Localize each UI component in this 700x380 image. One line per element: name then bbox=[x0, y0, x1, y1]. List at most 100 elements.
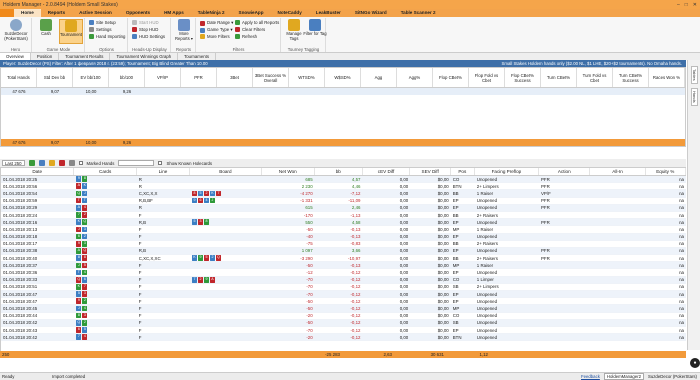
stats-header-cell[interactable]: bb/100 bbox=[109, 68, 145, 87]
table-row[interactable]: 01.04.2018 20:13 J 3 F -50 -0,13 0,00 $0,00 MP 1 … bbox=[1, 226, 686, 234]
col-cev-diff[interactable]: cEV Diff bbox=[363, 168, 411, 175]
stats-header-cell[interactable]: 3Bet bbox=[217, 68, 253, 87]
menu-hm-apps[interactable]: HM Apps bbox=[157, 9, 191, 17]
menu-snowieapp[interactable]: SnowieApp bbox=[232, 9, 271, 17]
database-indicator[interactable]: HoldemManager2 bbox=[603, 373, 645, 380]
feedback-link[interactable]: Feedback bbox=[581, 374, 600, 379]
col-pos[interactable]: Pos bbox=[451, 168, 475, 175]
table-row[interactable]: 01.04.2018 20:38 A Q R,B 1 097 3,66 0,00 $0,00 E… bbox=[1, 247, 686, 256]
table-row[interactable]: 01.04.2018 20:17 9 3 F -75 -0,83 0,00 $0,00 BB 2+… bbox=[1, 240, 686, 248]
delete-icon[interactable] bbox=[58, 160, 65, 166]
menu-active-session[interactable]: Active Session bbox=[72, 9, 119, 17]
menu-home[interactable]: Home bbox=[14, 9, 41, 17]
menu-table-scanner[interactable]: Table Scanner 2 bbox=[394, 9, 443, 17]
col-cards[interactable]: Cards bbox=[74, 168, 137, 175]
table-row[interactable]: 01.04.2018 20:59 T T R,B,BF 9 6 4 J -1 331 -11,09… bbox=[1, 197, 686, 205]
table-row[interactable]: 01.04.2018 20:42 Q 2 F -50 -0,12 0,00 $0,00 SB Un… bbox=[1, 319, 686, 327]
menu-reports[interactable]: Reports bbox=[41, 9, 72, 17]
stats-header-cell[interactable]: Flop CBet% bbox=[433, 68, 469, 87]
export-icon[interactable] bbox=[38, 160, 45, 166]
menu-leakbuster[interactable]: LeakBuster bbox=[309, 9, 348, 17]
col-facing-preflop[interactable]: Facing Preflop bbox=[475, 168, 540, 175]
table-row[interactable]: 01.04.2018 20:40 8 8 C,XC,X,XC K 9 5 2 Q -3 290 -1… bbox=[1, 255, 686, 263]
menu-notecaddy[interactable]: NoteCaddy bbox=[271, 9, 309, 17]
stats-header-cell[interactable]: Std Dev bb bbox=[37, 68, 73, 87]
date-range-button[interactable]: Date Range ▾ bbox=[200, 20, 233, 26]
show-holecards-checkbox[interactable] bbox=[158, 161, 163, 165]
start-hud-button[interactable]: Start HUD bbox=[132, 20, 159, 25]
stats-header-cell[interactable]: PFR bbox=[181, 68, 217, 87]
table-row[interactable]: 01.04.2018 20:45 J 4 F -50 -0,12 0,00 $0,00 MP Un… bbox=[1, 305, 686, 313]
cash-button[interactable]: Cash bbox=[34, 19, 58, 44]
stats-data-row[interactable]: 47 676 9,07 10,00 9,26 bbox=[1, 88, 685, 95]
stats-header-cell[interactable]: 3Bet Success % Overall bbox=[253, 68, 289, 87]
table-row[interactable]: 01.04.2018 20:54 Q J C,XC,X,X 8 5 2 K 7 -4 270 -7,… bbox=[1, 190, 686, 198]
game-type-button[interactable]: Game Type ▾ bbox=[200, 27, 232, 33]
filter-for-tag-button[interactable]: Filter for Tag bbox=[303, 19, 327, 44]
stats-header-cell[interactable]: Agg bbox=[361, 68, 397, 87]
tournament-button[interactable]: Tournament bbox=[59, 19, 83, 44]
more-filters-button[interactable]: More Filters bbox=[200, 34, 230, 39]
table-row[interactable]: 01.04.2018 20:16 K Q R,B 5 3 8 550 4,58 0,00 $0,00… bbox=[1, 219, 686, 227]
stats-header-cell[interactable]: Total Hands bbox=[1, 68, 37, 87]
table-row[interactable]: 01.04.2018 20:18 6 2 F -40 -0,13 0,00 $0,00 EP Un… bbox=[1, 233, 686, 241]
stats-header-cell[interactable]: VP/IP bbox=[145, 68, 181, 87]
replay-icon[interactable] bbox=[28, 160, 35, 166]
hero-button[interactable]: SuzdeDecor (PokerStars) bbox=[4, 19, 28, 44]
side-tab-hands[interactable]: Hands bbox=[691, 88, 698, 106]
close-button[interactable]: ✕ bbox=[693, 2, 697, 8]
col-date[interactable]: Date bbox=[1, 168, 75, 175]
table-row[interactable]: 01.04.2018 20:51 K 7 F -70 -0,12 0,00 $0,00 SB 2+… bbox=[1, 284, 686, 291]
refresh-button[interactable]: Refresh bbox=[235, 34, 257, 39]
col-equity[interactable]: Equity % bbox=[646, 168, 686, 175]
clear-filters-button[interactable]: Clear Filters bbox=[235, 27, 265, 32]
table-row[interactable]: 01.04.2018 20:47 5 3 F -70 -0,12 0,00 $0,00 EP Un… bbox=[1, 291, 686, 299]
hand-importing-button[interactable]: Hand Importing bbox=[89, 34, 125, 39]
stats-header-cell[interactable]: EV bb/100 bbox=[73, 68, 109, 87]
stats-header-cell[interactable]: Races Won % bbox=[649, 68, 685, 87]
marked-hands-select[interactable] bbox=[118, 160, 155, 166]
table-row[interactable]: 01.04.2018 20:37 J 5 F -50 -0,13 0,00 $0,00 MP 1 … bbox=[1, 262, 686, 270]
table-row[interactable]: 01.04.2018 20:24 7 2 F -170 -1,13 0,00 $0,00 BB 2… bbox=[1, 212, 686, 220]
stats-header-cell[interactable]: Agg% bbox=[397, 68, 433, 87]
menu-tableninja[interactable]: TableNinja 2 bbox=[191, 9, 232, 17]
site-setup-button[interactable]: Site Setup bbox=[89, 20, 116, 25]
col-bb[interactable]: bb bbox=[315, 168, 363, 175]
menu-opponents[interactable]: Opponents bbox=[119, 9, 157, 17]
table-row[interactable]: 01.04.2018 20:47 9 2 F -50 -0,12 0,00 $0,00 EP Un… bbox=[1, 298, 686, 306]
stats-header-cell[interactable]: W$SD% bbox=[325, 68, 361, 87]
marked-hands-checkbox[interactable] bbox=[78, 161, 83, 165]
col-line[interactable]: Line bbox=[137, 168, 191, 175]
settings-button[interactable]: Settings bbox=[89, 27, 112, 32]
side-tab-tables[interactable]: Tables bbox=[691, 66, 698, 84]
hands-filter-select[interactable]: Last 250 bbox=[2, 160, 25, 166]
col-net-won[interactable]: Net Won bbox=[262, 168, 315, 175]
stats-header-cell[interactable]: WTSD% bbox=[289, 68, 325, 87]
stats-header-cell[interactable]: Turn Fold vs Cbet bbox=[577, 68, 613, 87]
table-row[interactable]: 01.04.2018 20:29 A 4 R 615 2,46 0,00 $0,00 EP Uno… bbox=[1, 204, 686, 212]
tab-tournaments[interactable]: Tournaments bbox=[178, 53, 216, 60]
tab-position[interactable]: Position bbox=[31, 53, 60, 60]
stop-hud-button[interactable]: Stop HUD bbox=[132, 27, 158, 32]
table-row[interactable]: 01.04.2018 20:33 Q 6 F 7 2 9 A -70 -0,12 0,00 $0,00… bbox=[1, 276, 686, 284]
col-sev-diff[interactable]: SEV Diff bbox=[410, 168, 451, 175]
table-row[interactable]: 01.04.2018 20:56 A K R 2 230 4,46 0,00 $0,00 BTN… bbox=[1, 183, 686, 191]
maximize-button[interactable]: □ bbox=[685, 2, 688, 8]
file-menu[interactable] bbox=[0, 9, 14, 17]
grid-icon[interactable] bbox=[68, 160, 75, 166]
hud-settings-button[interactable]: HUD Settings bbox=[132, 34, 165, 39]
minimize-button[interactable]: – bbox=[677, 2, 680, 8]
apply-all-reports-button[interactable]: Apply to all Reports bbox=[235, 20, 279, 25]
col-board[interactable]: Board bbox=[190, 168, 262, 175]
tab-overview[interactable]: Overview bbox=[0, 53, 31, 60]
col-all-in[interactable]: All-In bbox=[590, 168, 646, 175]
stats-header-cell[interactable]: Turn CBet% Success bbox=[613, 68, 649, 87]
stats-header-cell[interactable]: Flop Fold vs Cbet bbox=[469, 68, 505, 87]
menu-sitngo-wizard[interactable]: SitNGo Wizard bbox=[348, 9, 394, 17]
table-row[interactable]: 01.04.2018 20:42 7 4 F -20 -0,12 0,00 $0,00 BTN U… bbox=[1, 334, 686, 342]
table-row[interactable]: 01.04.2018 20:44 8 3 F -20 -0,12 0,00 $0,00 CO Un… bbox=[1, 312, 686, 320]
stats-header-cell[interactable]: Flop CBet% Success bbox=[505, 68, 541, 87]
stats-header-cell[interactable]: Turn CBet% bbox=[541, 68, 577, 87]
col-action[interactable]: Action bbox=[539, 168, 591, 175]
table-row[interactable]: 01.04.2018 20:36 T 4 F -12 -0,12 0,00 $0,00 EP Un… bbox=[1, 269, 686, 277]
